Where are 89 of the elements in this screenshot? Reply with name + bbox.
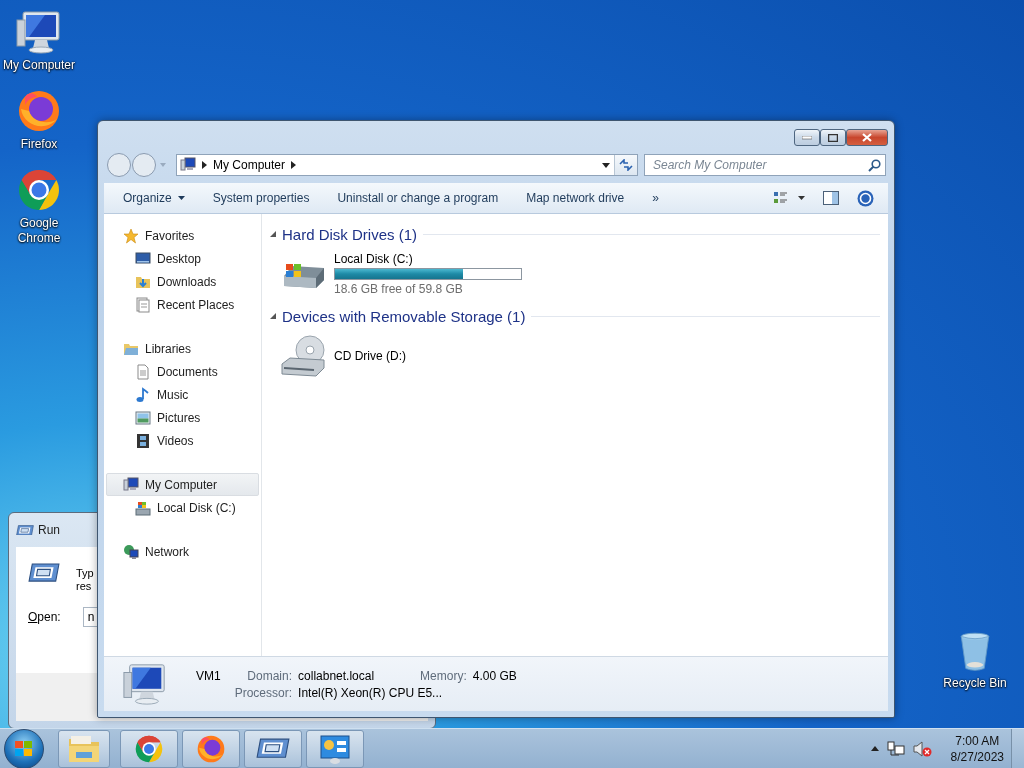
- desktop-icon-label[interactable]: Recycle Bin: [943, 676, 1007, 691]
- taskbar-button[interactable]: [120, 729, 178, 768]
- help-icon[interactable]: [857, 189, 874, 207]
- hard-drive-icon: [135, 499, 151, 516]
- taskbar-button[interactable]: [58, 729, 110, 768]
- computer-name: VM1: [196, 668, 222, 683]
- run-icon: [28, 563, 60, 583]
- film-icon: [135, 432, 151, 449]
- search-field[interactable]: Search My Computer: [644, 154, 886, 176]
- view-options-icon[interactable]: [773, 190, 805, 206]
- control-panel-icon: [319, 732, 351, 765]
- free-space-text: 18.6 GB free of 59.8 GB: [334, 282, 464, 296]
- nav-item[interactable]: Videos: [106, 429, 259, 452]
- nav-item[interactable]: Libraries: [106, 337, 259, 360]
- nav-item[interactable]: Favorites: [106, 224, 259, 247]
- nav-item[interactable]: Documents: [106, 360, 259, 383]
- chevron-icon: [291, 161, 297, 169]
- detail-label: Processor:: [234, 685, 293, 700]
- drive-name[interactable]: CD Drive (D:): [334, 349, 406, 363]
- nav-item[interactable]: Desktop: [106, 247, 259, 270]
- command-button[interactable]: Uninstall or change a program: [330, 187, 506, 209]
- refresh-button[interactable]: [615, 155, 637, 175]
- maximize-button[interactable]: [820, 129, 846, 146]
- detail-label: Memory:: [420, 668, 467, 683]
- folder-icon: [67, 733, 101, 764]
- nav-item[interactable]: Recent Places: [106, 293, 259, 316]
- clock[interactable]: 7:00 AM 8/27/2023: [950, 732, 1004, 765]
- music-note-icon: [135, 386, 151, 403]
- open-label: Open:: [28, 610, 61, 624]
- windows-flag-icon: [14, 739, 34, 758]
- nav-item[interactable]: Pictures: [106, 406, 259, 429]
- nav-item[interactable]: Music: [106, 383, 259, 406]
- collapse-triangle-icon[interactable]: [270, 313, 276, 319]
- network-globe-icon: [123, 543, 139, 560]
- command-button[interactable]: System properties: [205, 187, 317, 209]
- start-button[interactable]: [4, 728, 44, 768]
- document-stack-icon: [135, 296, 151, 313]
- minimize-button[interactable]: [794, 129, 820, 146]
- star-icon: [123, 227, 139, 244]
- desktop-icon-label[interactable]: Firefox: [20, 137, 58, 152]
- taskbar-button[interactable]: [182, 729, 240, 768]
- detail-label: Domain:: [246, 668, 293, 683]
- cd-drive-icon: [280, 332, 328, 380]
- detail-value: 4.00 GB: [472, 668, 518, 683]
- refresh-icon: [619, 159, 633, 171]
- taskbar-button[interactable]: [306, 729, 364, 768]
- computer-icon: [15, 8, 63, 56]
- muted-speaker-icon[interactable]: [912, 740, 933, 757]
- show-hidden-icons-icon[interactable]: [870, 746, 879, 751]
- prompt-text: Typ: [76, 567, 94, 580]
- search-icon: [868, 158, 881, 172]
- collapse-triangle-icon[interactable]: [270, 231, 276, 237]
- detail-value: collabnet.local: [298, 668, 376, 683]
- caret-icon: [602, 162, 610, 168]
- chevron-icon: [202, 161, 207, 169]
- maximize-icon: [828, 133, 838, 142]
- nav-item[interactable]: Local Disk (C:): [106, 496, 259, 519]
- computer-icon: [180, 157, 196, 173]
- command-button[interactable]: Map network drive: [519, 187, 632, 209]
- monitor-icon: [135, 250, 151, 267]
- group-heading: Hard Disk Drives (1): [282, 225, 417, 243]
- address-bar[interactable]: My Computer: [176, 154, 638, 176]
- caret-icon: [177, 196, 185, 200]
- menu-button[interactable]: Organize: [116, 187, 192, 209]
- open-field[interactable]: n: [82, 607, 99, 627]
- desktop-icon-label[interactable]: My Computer: [3, 58, 75, 73]
- nav-item[interactable]: My Computer: [106, 473, 259, 496]
- close-icon: [862, 133, 872, 142]
- drive-name[interactable]: Local Disk (C:): [334, 252, 522, 266]
- more-commands-button[interactable]: »: [645, 187, 666, 209]
- breadcrumb[interactable]: My Computer: [213, 158, 286, 172]
- nav-item[interactable]: Downloads: [106, 270, 259, 293]
- nav-item[interactable]: Network: [106, 540, 259, 563]
- computer-icon: [122, 661, 168, 707]
- close-button[interactable]: [846, 129, 888, 146]
- run-icon: [16, 524, 34, 536]
- group-heading: Devices with Removable Storage (1): [282, 307, 526, 325]
- window-title: Run: [38, 523, 60, 537]
- network-icon[interactable]: [886, 740, 905, 757]
- picture-icon: [135, 409, 151, 426]
- minimize-icon: [802, 135, 812, 140]
- document-icon: [135, 363, 151, 380]
- taskbar-button[interactable]: [244, 729, 302, 768]
- preview-pane-icon[interactable]: [823, 190, 839, 206]
- desktop-icon-label[interactable]: Google Chrome: [0, 216, 78, 246]
- detail-value: Intel(R) Xeon(R) CPU E5...: [298, 685, 444, 700]
- prompt-text: res: [76, 580, 93, 593]
- run-icon: [256, 738, 290, 759]
- computer-icon: [123, 476, 139, 493]
